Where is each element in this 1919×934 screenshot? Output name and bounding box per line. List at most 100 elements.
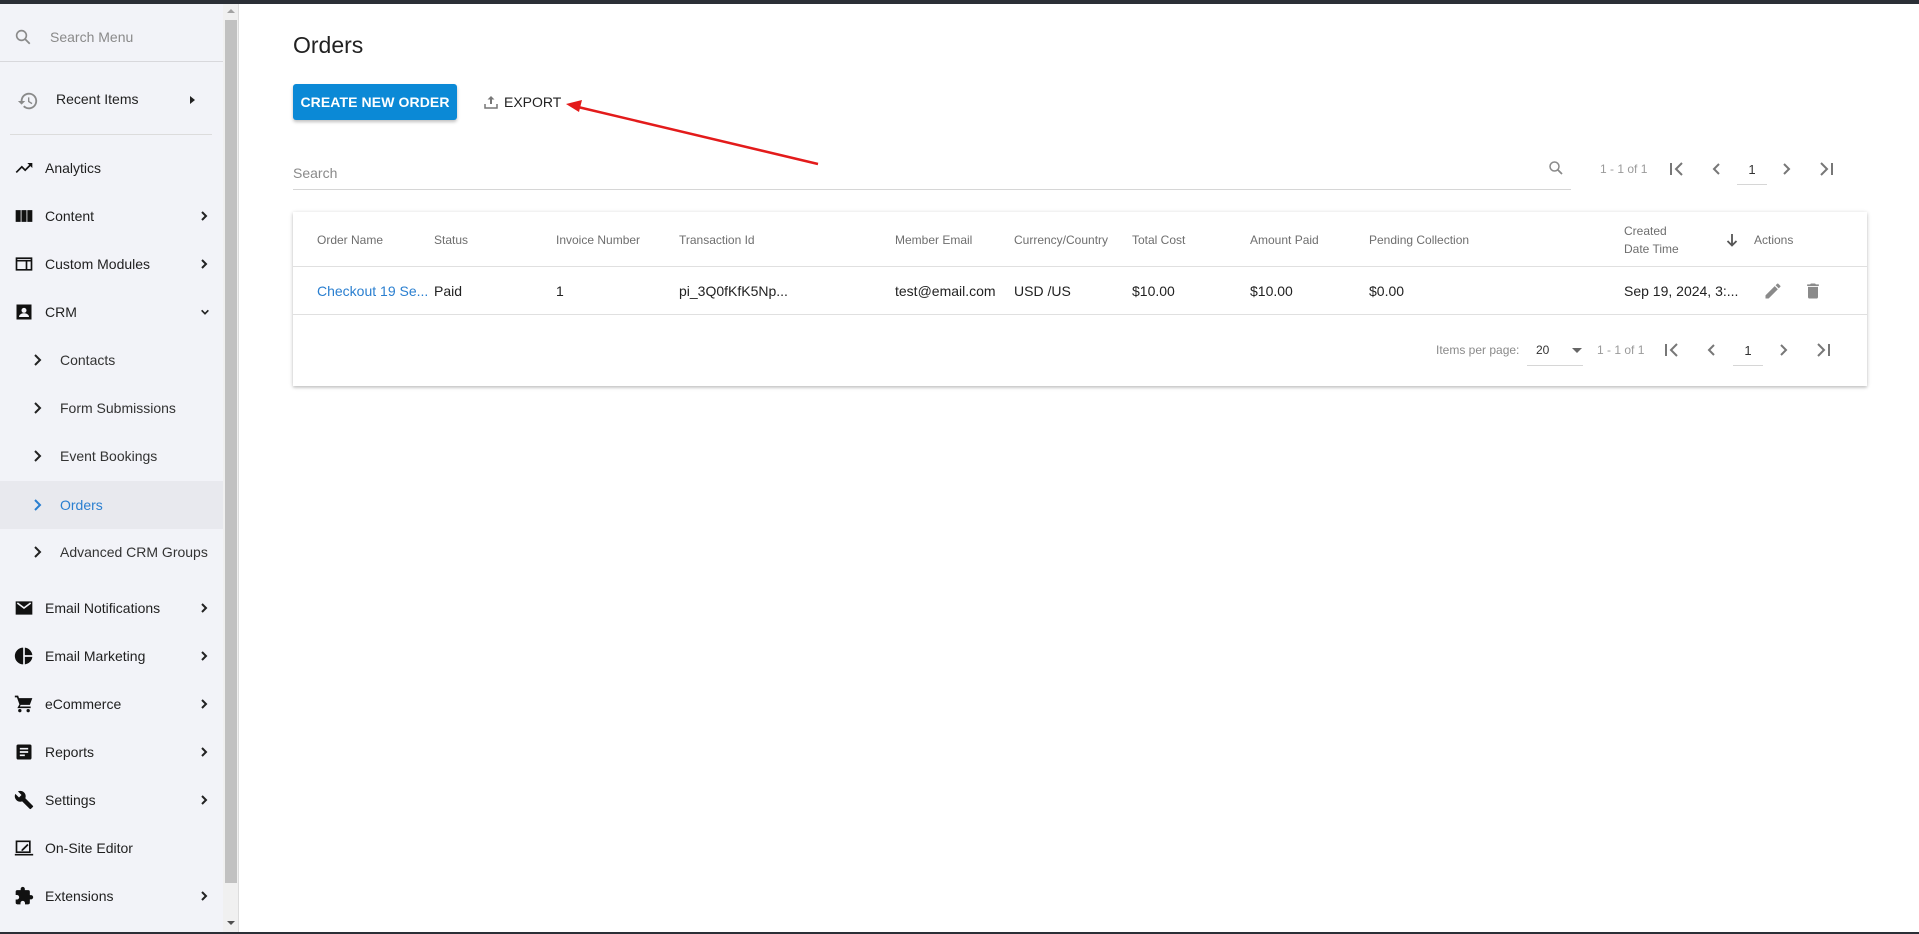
- cell-status: Paid: [434, 283, 463, 299]
- next-page-icon[interactable]: [1771, 338, 1795, 362]
- orders-search-input[interactable]: [293, 162, 1523, 184]
- sidebar-item-event-bookings[interactable]: Event Bookings: [0, 432, 223, 480]
- window-top-bar: [0, 0, 1919, 4]
- sidebar-item-label: Content: [45, 208, 95, 224]
- column-header-created-date-time[interactable]: Created Date Time: [1624, 212, 1694, 267]
- scroll-down-arrow-icon[interactable]: [227, 921, 235, 925]
- columns-icon: [15, 210, 33, 222]
- sidebar-item-crm[interactable]: CRM: [0, 288, 223, 336]
- chevron-right-icon: [201, 795, 208, 805]
- cell-member-email: test@email.com: [895, 283, 996, 299]
- edit-pencil-icon[interactable]: [1763, 281, 1783, 301]
- sidebar-item-custom-modules[interactable]: Custom Modules: [0, 240, 223, 288]
- last-page-icon[interactable]: [1814, 157, 1838, 181]
- cell-currency-country: USD /US: [1014, 283, 1071, 299]
- search-icon[interactable]: [1547, 159, 1565, 177]
- sidebar-item-content[interactable]: Content: [0, 192, 223, 240]
- delete-trash-icon[interactable]: [1803, 281, 1823, 301]
- sidebar-item-advanced-crm-groups[interactable]: Advanced CRM Groups: [0, 528, 223, 576]
- column-header-member-email[interactable]: Member Email: [895, 212, 972, 267]
- scrollbar-thumb[interactable]: [225, 20, 237, 883]
- puzzle-icon: [15, 886, 34, 905]
- column-header-amount-paid[interactable]: Amount Paid: [1250, 212, 1319, 267]
- sidebar-item-email-marketing[interactable]: Email Marketing: [0, 632, 223, 680]
- dropdown-arrow-icon: [1572, 348, 1582, 353]
- page-number-input[interactable]: [1737, 155, 1767, 185]
- chevron-right-icon: [201, 699, 208, 709]
- order-name-link[interactable]: Checkout 19 Se...: [317, 267, 428, 315]
- cell-pending-collection: $0.00: [1369, 283, 1405, 299]
- orders-table-card: Order Name Status Invoice Number Transac…: [293, 212, 1867, 386]
- sidebar-item-analytics[interactable]: Analytics: [0, 144, 223, 192]
- first-page-icon[interactable]: [1660, 338, 1684, 362]
- sidebar-item-orders[interactable]: Orders: [0, 481, 223, 529]
- sidebar-item-email-notifications[interactable]: Email Notifications: [0, 584, 223, 632]
- sidebar-item-label: Analytics: [45, 160, 102, 176]
- export-label: EXPORT: [504, 94, 562, 110]
- cell-invoice-number: 1: [556, 283, 564, 299]
- column-header-actions: Actions: [1754, 232, 1794, 247]
- sidebar-item-on-site-editor[interactable]: On-Site Editor: [0, 824, 223, 872]
- sidebar-item-label: Custom Modules: [45, 256, 151, 272]
- sidebar-search: [0, 4, 223, 62]
- chevron-right-icon: [34, 546, 42, 558]
- chevron-right-icon: [201, 211, 208, 221]
- items-per-page-value: 20: [1536, 343, 1550, 357]
- previous-page-icon[interactable]: [1700, 338, 1724, 362]
- column-header-order-name[interactable]: Order Name: [317, 212, 383, 267]
- recent-items-toggle[interactable]: Recent Items: [0, 78, 223, 122]
- create-new-order-button[interactable]: CREATE NEW ORDER: [293, 84, 457, 120]
- cell-total-cost: $10.00: [1132, 283, 1175, 299]
- scroll-up-arrow-icon[interactable]: [227, 9, 235, 13]
- orders-search: [293, 156, 1571, 190]
- column-header-pending-collection[interactable]: Pending Collection: [1369, 212, 1469, 267]
- recent-items-label: Recent Items: [56, 91, 139, 107]
- chevron-right-icon: [201, 259, 208, 269]
- caret-right-icon: [190, 96, 195, 104]
- items-per-page-label: Items per page:: [1436, 343, 1520, 357]
- sidebar-scrollbar[interactable]: [223, 4, 238, 932]
- sidebar-item-reports[interactable]: Reports: [0, 728, 223, 776]
- sidebar-item-ecommerce[interactable]: eCommerce: [0, 680, 223, 728]
- search-menu-input[interactable]: [50, 26, 210, 48]
- sidebar-item-label: Contacts: [60, 352, 116, 368]
- sidebar-item-label: Orders: [60, 497, 103, 513]
- mail-icon: [15, 601, 33, 615]
- sidebar-item-label: Email Marketing: [45, 648, 146, 664]
- previous-page-icon[interactable]: [1705, 157, 1729, 181]
- wrench-icon: [14, 790, 34, 810]
- trending-up-icon: [15, 163, 33, 173]
- chevron-right-icon: [34, 354, 42, 366]
- column-header-total-cost[interactable]: Total Cost: [1132, 212, 1185, 267]
- chevron-right-icon: [34, 499, 42, 511]
- page-range: 1 - 1 of 1: [1600, 162, 1648, 176]
- page-number-input[interactable]: [1733, 336, 1763, 366]
- chevron-right-icon: [201, 651, 208, 661]
- pie-chart-icon: [14, 647, 33, 665]
- sidebar-item-label: Advanced CRM Groups: [60, 544, 208, 560]
- sidebar-item-label: Event Bookings: [60, 448, 158, 464]
- next-page-icon[interactable]: [1774, 157, 1798, 181]
- column-header-invoice-number[interactable]: Invoice Number: [556, 212, 640, 267]
- column-header-currency-country[interactable]: Currency/Country: [1014, 212, 1108, 267]
- contact-card-icon: [16, 304, 32, 320]
- annotation-arrow-head: [566, 100, 582, 112]
- sidebar-item-settings[interactable]: Settings: [0, 776, 223, 824]
- export-button[interactable]: EXPORT: [483, 90, 561, 114]
- sidebar-item-label: eCommerce: [45, 696, 122, 712]
- sidebar-item-contacts[interactable]: Contacts: [0, 336, 223, 384]
- chevron-right-icon: [201, 747, 208, 757]
- history-icon: [17, 92, 38, 110]
- column-header-status[interactable]: Status: [434, 212, 468, 267]
- arrow-down-icon[interactable]: [1725, 232, 1739, 248]
- chevron-right-icon: [201, 891, 208, 901]
- column-header-transaction-id[interactable]: Transaction Id: [679, 212, 755, 267]
- sidebar-item-form-submissions[interactable]: Form Submissions: [0, 384, 223, 432]
- table-row: Checkout 19 Se... Paid 1 pi_3Q0fKfK5Np..…: [293, 267, 1867, 315]
- sidebar-item-extensions[interactable]: Extensions: [0, 872, 223, 920]
- sidebar: Recent Items Analytics Content Custom Mo…: [0, 4, 223, 932]
- last-page-icon[interactable]: [1811, 338, 1835, 362]
- items-per-page-select[interactable]: 20: [1527, 336, 1583, 366]
- page-title: Orders: [293, 32, 364, 58]
- first-page-icon[interactable]: [1665, 157, 1689, 181]
